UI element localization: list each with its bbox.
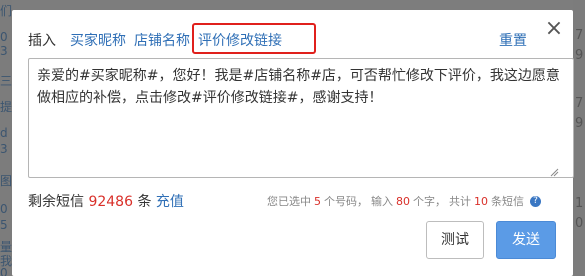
insert-label: 插入 — [28, 33, 56, 49]
resize-grip-icon[interactable] — [549, 167, 559, 177]
background-text: d — [0, 126, 8, 140]
recharge-link[interactable]: 充值 — [156, 194, 184, 210]
sms-stats: 您已选中 5 个号码， 输入 80 个字， 共计 10 条短信 ? — [267, 193, 541, 209]
remaining-unit: 条 — [137, 194, 152, 210]
background-number: 7 — [575, 28, 584, 43]
background-text: 0 — [0, 202, 8, 216]
test-button[interactable]: 测试 — [426, 221, 484, 259]
remaining-label: 剩余短信 — [28, 194, 84, 210]
stats-selected-suffix: 个号码， — [324, 195, 368, 208]
background-text: 提 — [0, 100, 12, 114]
remaining-count: 92486 — [88, 194, 133, 210]
send-button[interactable]: 发送 — [496, 221, 556, 259]
background-text: 量 — [0, 240, 12, 254]
stats-total-suffix: 条短信 — [491, 195, 524, 208]
background-text: 0 — [0, 266, 8, 276]
stats-selected-prefix: 您已选中 — [267, 195, 311, 208]
sms-dialog: × 插入 买家昵称 店铺名称 评价修改链接 重置 亲爱的#买家昵称#，您好！我是… — [12, 10, 574, 276]
stats-total-prefix: 共计 — [449, 195, 471, 208]
stats-input-prefix: 输入 — [371, 195, 393, 208]
stats-selected-count: 5 — [314, 194, 321, 208]
remaining-sms: 剩余短信 92486 条 充值 — [28, 191, 184, 211]
message-textarea[interactable]: 亲爱的#买家昵称#，您好！我是#店铺名称#店，可否帮忙修改下评价，我这边愿意做相… — [28, 58, 574, 178]
close-icon[interactable]: × — [543, 18, 565, 40]
background-text: 3 — [0, 44, 8, 58]
reset-link[interactable]: 重置 — [499, 30, 527, 50]
background-text: 5 — [0, 218, 8, 232]
stats-input-count: 80 — [396, 194, 410, 208]
background-page-left: 们 0 3 三 提 d 3 图 0 5 量 我 0 — [0, 0, 12, 276]
help-icon[interactable]: ? — [530, 195, 541, 207]
background-text: 们 — [0, 4, 12, 18]
insert-shop-name-link[interactable]: 店铺名称 — [134, 30, 190, 50]
highlight-box — [192, 23, 316, 54]
background-text: 三 — [0, 74, 12, 88]
stats-input-suffix: 个字， — [413, 195, 446, 208]
background-text: 图 — [0, 174, 12, 188]
stats-total-count: 10 — [474, 194, 488, 208]
background-text: 0 — [0, 30, 8, 44]
insert-buyer-nickname-link[interactable]: 买家昵称 — [70, 30, 126, 50]
background-number: 1 — [575, 196, 584, 211]
background-text: 3 — [0, 142, 8, 156]
background-number: 9 — [575, 116, 584, 131]
background-number: 0 — [575, 216, 584, 231]
background-number: 7 — [575, 96, 584, 111]
background-number: 9 — [575, 48, 584, 63]
background-page-right: 7 9 7 9 1 0 — [573, 0, 585, 276]
